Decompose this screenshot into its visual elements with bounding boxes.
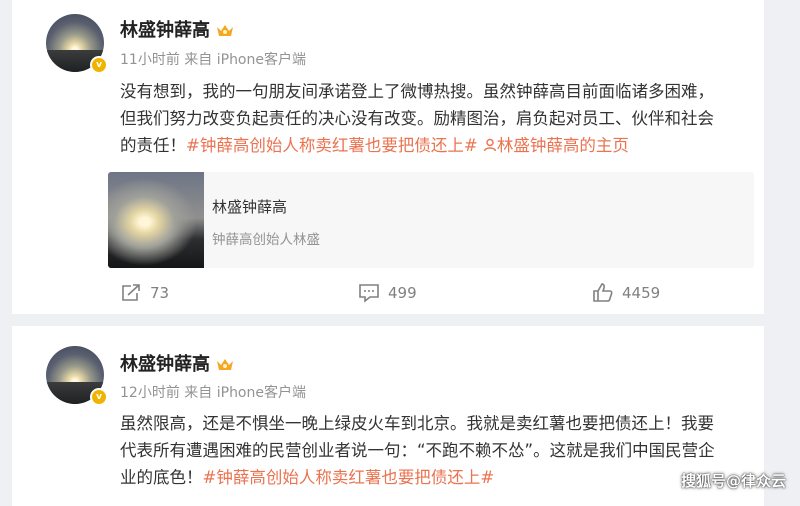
watermark: 搜狐号@律众云 [680,472,786,490]
profile-card[interactable]: 林盛钟薛高 钟薛高创始人林盛 [108,172,754,268]
profile-card-subtitle: 钟薛高创始人林盛 [212,232,320,248]
user-homepage-link[interactable]: 林盛钟薛高的主页 [483,136,629,155]
post-text-fragment: 的责任！ [120,136,186,155]
thumbs-up-icon [593,283,613,302]
crown-icon [217,359,233,370]
author-name-text[interactable]: 林盛钟薛高 [120,354,210,375]
hashtag-link[interactable]: #钟薛高创始人称卖红薯也要把债还上# [203,468,495,487]
profile-card-title: 林盛钟薛高 [212,198,288,216]
post-text-line: 虽然限高，还是不惧坐一晚上绿皮火车到北京。我就是卖红薯也要把债还上！我要 [120,414,714,433]
post-source: 来自 iPhone客户端 [184,52,306,68]
comment-icon [359,284,379,303]
comment-count: 499 [388,284,417,302]
comment-button[interactable]: 499 [358,283,417,303]
post-text-fragment: 业的底色！ [120,468,203,487]
author-name[interactable]: 林盛钟薛高 [120,350,234,376]
post-text-line: 但我们努力改变负起责任的决心没有改变。励精图治，肩负起对员工、伙伴和社会 [120,109,714,128]
author-name[interactable]: 林盛钟薛高 [120,16,234,42]
repost-button[interactable]: 73 [120,283,169,303]
post-time[interactable]: 12小时前 [120,385,180,401]
verified-badge-icon: v [90,388,108,406]
crown-icon [217,25,233,36]
post-text-line: 代表所有遭遇困难的民营创业者说一句：“不跑不赖不怂”。这就是我们中国民营企 [120,441,715,460]
like-count: 4459 [622,284,661,302]
like-button[interactable]: 4459 [592,283,660,303]
profile-card-image [108,172,204,268]
post-text-line: 没有想到，我的一句朋友间承诺登上了微博热搜。虽然钟薛高目前面临诸多困难， [120,82,714,101]
author-name-text[interactable]: 林盛钟薛高 [120,20,210,41]
post-text: 虽然限高，还是不惧坐一晚上绿皮火车到北京。我就是卖红薯也要把债还上！我要 代表所… [120,410,758,491]
repost-icon [122,284,140,301]
post-meta: 11小时前 来自 iPhone客户端 [120,49,306,69]
post-text-line: 业的底色！#钟薛高创始人称卖红薯也要把债还上# [120,464,758,491]
user-homepage-text[interactable]: 林盛钟薛高的主页 [497,136,629,155]
user-icon [483,138,497,152]
post-time[interactable]: 11小时前 [120,52,180,68]
weibo-post: v 林盛钟薛高 11小时前 来自 iPhone客户端 没有想到，我的一句朋友间承… [12,0,764,314]
post-text-line: 的责任！#钟薛高创始人称卖红薯也要把债还上# 林盛钟薛高的主页 [120,132,758,159]
verified-badge-icon: v [90,56,108,74]
weibo-post: v 林盛钟薛高 12小时前 来自 iPhone客户端 虽然限高，还是不惧坐一晚上… [12,326,764,506]
post-text: 没有想到，我的一句朋友间承诺登上了微博热搜。虽然钟薛高目前面临诸多困难， 但我们… [120,78,758,159]
post-meta: 12小时前 来自 iPhone客户端 [120,382,306,402]
repost-count: 73 [150,284,170,302]
post-source: 来自 iPhone客户端 [184,385,306,401]
hashtag-link[interactable]: #钟薛高创始人称卖红薯也要把债还上# [186,136,478,155]
